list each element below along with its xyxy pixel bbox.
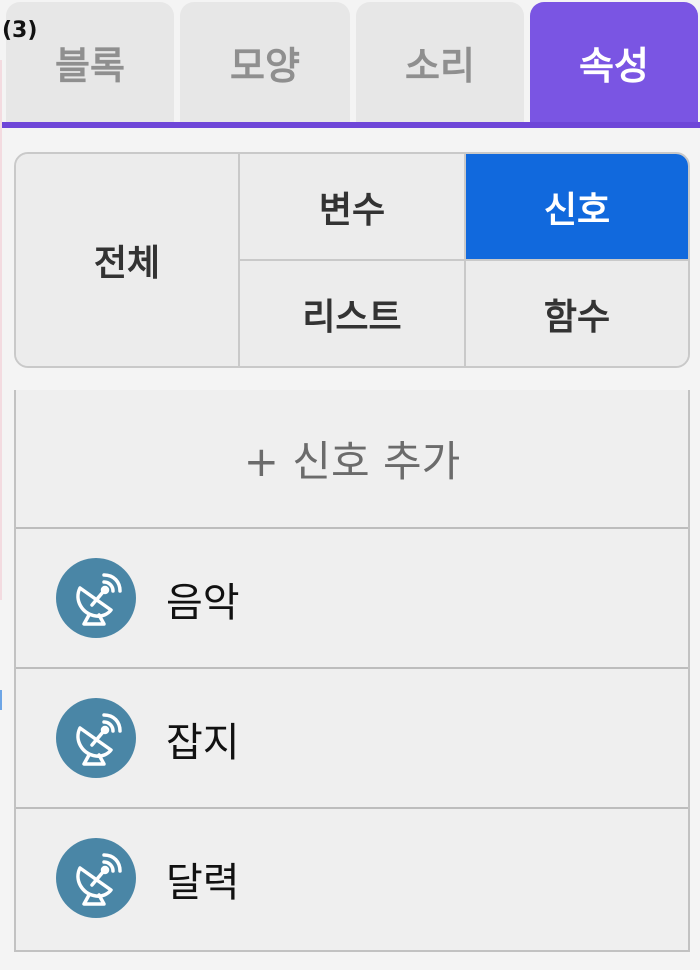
tab-shapes[interactable]: 모양 bbox=[180, 2, 350, 123]
satellite-dish-icon bbox=[56, 698, 136, 778]
tab-properties[interactable]: 속성 bbox=[530, 2, 698, 123]
edge-mark bbox=[0, 60, 2, 600]
property-filter-grid: 전체 변수 신호 리스트 함수 bbox=[14, 152, 690, 368]
filter-function[interactable]: 함수 bbox=[466, 261, 688, 366]
satellite-dish-icon bbox=[56, 838, 136, 918]
filter-variable[interactable]: 변수 bbox=[240, 154, 464, 259]
edge-mark bbox=[0, 690, 2, 710]
signal-name: 달력 bbox=[166, 860, 240, 906]
divider bbox=[240, 259, 688, 261]
filter-all[interactable]: 전체 bbox=[16, 154, 238, 366]
signal-name: 잡지 bbox=[166, 720, 240, 766]
tab-underline bbox=[0, 122, 700, 128]
filter-list[interactable]: 리스트 bbox=[240, 261, 464, 366]
tab-sounds[interactable]: 소리 bbox=[356, 2, 524, 123]
filter-signal[interactable]: 신호 bbox=[466, 154, 688, 259]
satellite-dish-icon bbox=[56, 558, 136, 638]
signal-list: + 신호 추가 음악 잡지 달력 bbox=[14, 390, 690, 952]
signal-name: 음악 bbox=[166, 580, 240, 626]
signal-item[interactable]: 달력 bbox=[16, 809, 688, 949]
signal-item[interactable]: 음악 bbox=[16, 529, 688, 669]
step-label: (3) bbox=[2, 18, 38, 43]
signal-item[interactable]: 잡지 bbox=[16, 669, 688, 809]
add-signal-button[interactable]: + 신호 추가 bbox=[16, 390, 688, 529]
top-tab-bar: 블록 모양 소리 속성 bbox=[0, 0, 700, 128]
